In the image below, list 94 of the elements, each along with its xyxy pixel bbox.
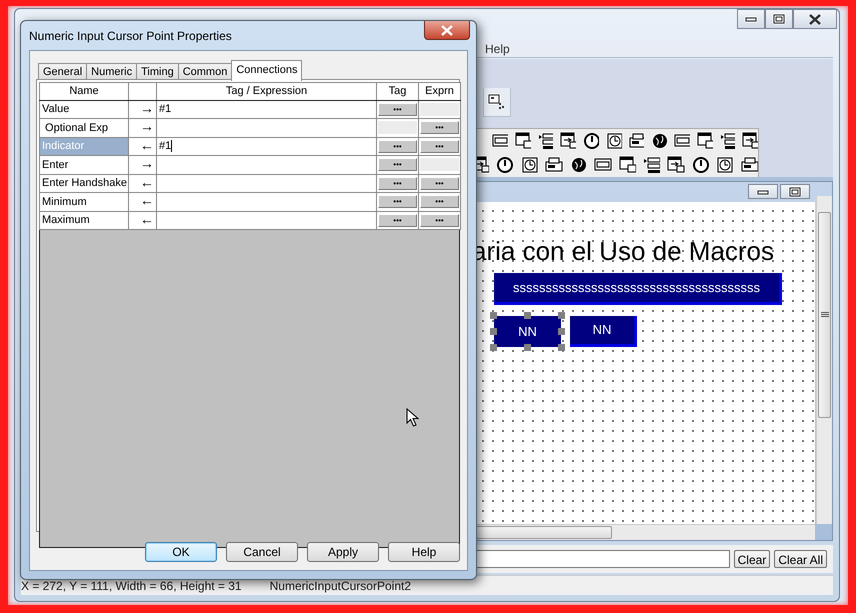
close-button[interactable]	[793, 9, 837, 29]
tag-browse-button[interactable]: •••	[378, 214, 417, 227]
direction-arrow: ←	[140, 136, 154, 152]
expression-browse-button[interactable]: •••	[420, 140, 459, 153]
column-header: Exprn	[418, 82, 460, 100]
direction-arrow: →	[140, 155, 154, 171]
tool-icon[interactable]	[642, 156, 660, 174]
close-icon	[808, 14, 822, 24]
clear-button[interactable]: Clear All	[774, 550, 827, 568]
connection-name[interactable]: Minimum	[40, 192, 128, 211]
tool-icon[interactable]	[570, 156, 588, 174]
tool-icon[interactable]	[740, 156, 758, 174]
column-header: Tag / Expression	[156, 82, 376, 100]
tool-icon[interactable]	[560, 132, 576, 150]
expression-cell[interactable]: #1	[156, 100, 376, 118]
dialog-button[interactable]: Apply	[307, 542, 379, 562]
tool-icon[interactable]	[651, 132, 667, 150]
expression-cell[interactable]	[156, 192, 376, 211]
tab[interactable]: Connections	[231, 60, 302, 81]
minimize-button[interactable]	[748, 184, 778, 199]
tool-icon[interactable]	[496, 156, 514, 174]
empty-cell	[420, 102, 459, 116]
resize-handle[interactable]	[490, 312, 497, 319]
direction-arrow: ←	[140, 192, 154, 208]
direction-arrow: →	[140, 100, 154, 116]
close-icon	[440, 24, 454, 36]
tag-browse-button[interactable]: •••	[378, 176, 417, 190]
connection-name[interactable]: Value	[40, 100, 128, 118]
dialog-button[interactable]: Help	[388, 542, 460, 562]
tool-icon[interactable]	[742, 132, 758, 150]
status-text: NumericInputCursorPoint2	[270, 578, 412, 594]
tool-icon[interactable]	[538, 132, 554, 150]
direction-arrow: ←	[140, 174, 154, 190]
resize-handle[interactable]	[524, 344, 531, 351]
resize-handle[interactable]	[558, 312, 565, 319]
expression-browse-button[interactable]: •••	[420, 121, 459, 134]
vertical-scrollbar[interactable]	[816, 196, 832, 524]
tree-view-icon[interactable]	[483, 88, 511, 117]
tool-icon[interactable]	[514, 132, 530, 150]
expression-cell[interactable]	[156, 156, 376, 174]
connection-name[interactable]: Optional Exp	[40, 118, 128, 137]
maximize-button[interactable]	[765, 9, 793, 29]
tool-icon[interactable]	[720, 132, 736, 150]
connection-name[interactable]: Enter	[40, 156, 128, 174]
tag-browse-button[interactable]: •••	[378, 158, 417, 172]
expression-browse-button[interactable]: •••	[420, 176, 459, 190]
tag-browse-button[interactable]: •••	[378, 102, 417, 116]
maximize-button[interactable]	[780, 184, 810, 199]
resize-handle[interactable]	[490, 328, 497, 335]
status-text: X = 272, Y = 111, Width = 66, Height = 31	[21, 578, 242, 594]
numeric-display[interactable]: NN	[570, 316, 637, 347]
expression-cell[interactable]	[156, 174, 376, 192]
dialog-button[interactable]: OK	[145, 542, 217, 562]
tool-icon[interactable]	[520, 156, 538, 174]
direction-arrow: ←	[140, 210, 154, 226]
tool-icon[interactable]	[716, 156, 734, 174]
tool-icon[interactable]	[667, 156, 685, 174]
maximize-icon	[789, 186, 801, 196]
tool-icon[interactable]	[606, 132, 622, 150]
maximize-icon	[773, 14, 785, 24]
expression-cell[interactable]: #1	[156, 137, 376, 156]
expression-browse-button[interactable]: •••	[420, 195, 459, 208]
clear-button[interactable]: Clear	[734, 550, 770, 568]
tool-icon[interactable]	[628, 132, 644, 150]
empty-cell	[378, 121, 417, 134]
resize-handle[interactable]	[524, 312, 531, 319]
resize-handle[interactable]	[558, 344, 565, 351]
expression-browse-button[interactable]: •••	[420, 214, 459, 227]
column-header: Name	[40, 82, 128, 100]
tool-icon[interactable]	[618, 156, 636, 174]
resize-handle[interactable]	[490, 344, 497, 351]
tag-browse-button[interactable]: •••	[378, 140, 417, 153]
dialog-button[interactable]: Cancel	[226, 542, 298, 562]
menu-item[interactable]: Help	[485, 42, 510, 56]
grip-icon	[820, 312, 828, 318]
mouse-pointer-icon	[406, 408, 420, 428]
close-button[interactable]	[424, 21, 470, 40]
resize-handle[interactable]	[558, 328, 565, 335]
tool-icon[interactable]	[692, 156, 710, 174]
tool-icon[interactable]	[545, 156, 563, 174]
tag-browse-button[interactable]: •••	[378, 195, 417, 208]
tool-icon[interactable]	[696, 132, 712, 150]
minimize-button[interactable]	[737, 9, 765, 29]
direction-arrow: →	[140, 118, 154, 134]
column-header: Tag	[376, 82, 418, 100]
dialog-title: Numeric Input Cursor Point Properties	[29, 28, 232, 45]
minimize-icon	[757, 188, 769, 194]
text-display[interactable]: ssssssssssssssssssssssssssssssssssssss	[494, 273, 782, 305]
expression-cell[interactable]	[156, 118, 376, 137]
connection-name[interactable]: Enter Handshake	[40, 174, 128, 192]
numeric-display[interactable]: NN	[494, 316, 561, 347]
tool-icon[interactable]	[583, 132, 599, 150]
minimize-icon	[745, 16, 757, 22]
empty-cell	[420, 158, 459, 172]
